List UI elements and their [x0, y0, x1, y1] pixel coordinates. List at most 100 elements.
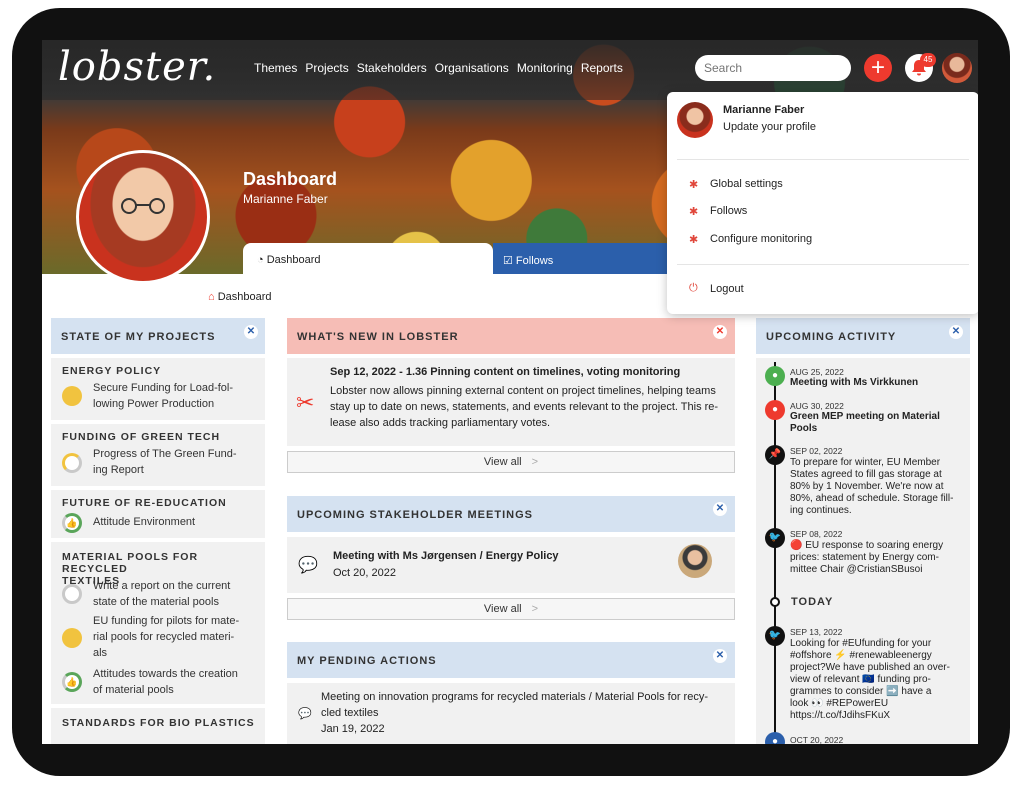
pending-panel-header: MY PENDING ACTIONS [287, 642, 735, 678]
project-item[interactable]: EU funding for pilots for mate-rial pool… [93, 613, 239, 661]
status-progress-icon [62, 453, 82, 473]
nav-monitoring[interactable]: Monitoring [517, 61, 573, 75]
activity-date: SEP 13, 2022 [790, 627, 843, 637]
group-title-education: FUTURE OF RE-EDUCATION [62, 497, 227, 509]
activity-text[interactable]: Meeting with Ms Virkkunen [790, 377, 958, 389]
meeting-title[interactable]: Meeting with Ms Jørgensen / Energy Polic… [333, 550, 559, 562]
thumbs-up-icon: 👍 [62, 672, 82, 692]
divider [677, 264, 969, 265]
chevron-right-icon: > [531, 603, 539, 615]
dashboard-icon: ◔ [257, 254, 267, 266]
tab-dashboard[interactable]: ◔ Dashboard [243, 243, 493, 274]
project-item[interactable]: Attitudes towards the creation of materia… [93, 666, 238, 698]
meetings-panel-title: UPCOMING STAKEHOLDER MEETINGS [297, 509, 533, 521]
twitter-icon: 🐦 [765, 626, 785, 646]
activity-date: OCT 20, 2022 [790, 735, 844, 744]
status-empty-icon [62, 584, 82, 604]
profile-photo [76, 150, 210, 284]
close-activity-icon[interactable]: ✕ [949, 325, 963, 339]
chat-icon: ● [765, 400, 785, 420]
tab-dashboard-label: Dashboard [266, 254, 321, 266]
status-yellow-icon [62, 628, 82, 648]
dropdown-username: Marianne Faber [723, 104, 805, 116]
meeting-card [287, 537, 735, 593]
main-nav: Themes Projects Stakeholders Organisatio… [254, 61, 623, 75]
projects-panel-header: STATE OF MY PROJECTS [51, 318, 265, 354]
activity-text[interactable]: Green MEP meeting on Material Pools [790, 411, 958, 435]
news-panel-header: WHAT'S NEW IN LOBSTER [287, 318, 735, 354]
meeting-icon: ● [765, 366, 785, 386]
close-projects-icon[interactable]: ✕ [244, 325, 258, 339]
activity-text[interactable]: To prepare for winter, EU Member States a… [790, 457, 958, 517]
project-item[interactable]: Attitude Environment [93, 514, 195, 530]
activity-date: SEP 02, 2022 [790, 446, 843, 456]
activity-date: SEP 08, 2022 [790, 529, 843, 539]
nav-themes[interactable]: Themes [254, 61, 297, 75]
close-meetings-icon[interactable]: ✕ [713, 502, 727, 516]
add-button[interactable]: + [864, 54, 892, 82]
nav-organisations[interactable]: Organisations [435, 61, 509, 75]
menu-configure-monitoring[interactable]: Configure monitoring [710, 233, 812, 245]
project-item[interactable]: Secure Funding for Load-fol-lowing Power… [93, 380, 233, 412]
close-news-icon[interactable]: ✕ [713, 325, 727, 339]
nav-stakeholders[interactable]: Stakeholders [357, 61, 427, 75]
status-yellow-icon [62, 386, 82, 406]
menu-global-settings[interactable]: Global settings [710, 178, 783, 190]
news-headline[interactable]: Sep 12, 2022 - 1.36 Pinning content on t… [330, 366, 680, 378]
meetings-view-all-button[interactable]: View all > [287, 598, 735, 620]
page-title: Dashboard [243, 169, 338, 189]
news-panel-title: WHAT'S NEW IN LOBSTER [297, 331, 459, 343]
project-item[interactable]: Write a report on the current state of th… [93, 578, 230, 610]
activity-panel-header: UPCOMING ACTIVITY [756, 318, 970, 354]
project-item[interactable]: Progress of The Green Fund-ing Report [93, 446, 236, 478]
checkbox-icon: ☑ [503, 255, 516, 267]
activity-panel-title: UPCOMING ACTIVITY [766, 331, 897, 343]
menu-follows[interactable]: Follows [710, 205, 747, 217]
today-label: TODAY [791, 596, 834, 608]
gear-icon: ✱ [689, 206, 699, 218]
app-screen: lobster. Themes Projects Stakeholders Or… [42, 40, 978, 744]
gear-icon: ✱ [689, 179, 699, 191]
today-marker [770, 597, 780, 607]
pending-panel-title: MY PENDING ACTIONS [297, 655, 437, 667]
projects-panel-title: STATE OF MY PROJECTS [61, 331, 216, 343]
breadcrumb-label: Dashboard [217, 291, 272, 303]
user-avatar[interactable] [942, 53, 972, 83]
tab-follows-label: Follows [515, 255, 554, 267]
chat-icon: 💬 [298, 708, 312, 720]
power-icon: ⏻ [689, 282, 698, 294]
page-subtitle: Marianne Faber [243, 192, 328, 206]
search-input[interactable] [695, 55, 851, 81]
dropdown-avatar[interactable] [677, 102, 713, 138]
notification-badge: 45 [920, 53, 936, 67]
profile-dropdown: Marianne Faber Update your profile ✱ Glo… [667, 92, 978, 314]
tab-follows[interactable]: ☑ Follows [493, 243, 673, 274]
gear-icon: ✱ [689, 234, 699, 246]
pending-item[interactable]: Meeting on innovation programs for recyc… [321, 689, 731, 737]
chevron-right-icon: > [531, 456, 539, 468]
nav-projects[interactable]: Projects [305, 61, 348, 75]
news-view-all-button[interactable]: View all > [287, 451, 735, 473]
meetings-panel-header: UPCOMING STAKEHOLDER MEETINGS [287, 496, 735, 532]
stakeholder-avatar[interactable] [678, 544, 712, 578]
tools-icon: ✂ [296, 390, 315, 415]
divider [677, 159, 969, 160]
activity-text[interactable]: Looking for #EUfunding for your #offshore… [790, 638, 958, 722]
chat-icon: 💬 [298, 557, 318, 574]
group-title-bio-plastics: STANDARDS FOR BIO PLASTICS [62, 717, 255, 729]
twitter-icon: 🐦 [765, 528, 785, 548]
breadcrumb[interactable]: ⌂ Dashboard [208, 291, 272, 303]
activity-text[interactable]: 🔴 EU response to soaring energy prices: s… [790, 540, 958, 576]
thumbs-up-icon: 👍 [62, 513, 82, 533]
meeting-date: Oct 20, 2022 [333, 567, 396, 579]
nav-reports[interactable]: Reports [581, 61, 623, 75]
menu-logout[interactable]: Logout [710, 283, 744, 295]
app-logo[interactable]: lobster. [58, 44, 216, 90]
group-title-green-tech: FUNDING OF GREEN TECH [62, 431, 221, 443]
news-body: Lobster now allows pinning external cont… [330, 385, 719, 429]
home-icon: ⌂ [208, 291, 218, 303]
update-profile-link[interactable]: Update your profile [723, 121, 816, 133]
close-pending-icon[interactable]: ✕ [713, 649, 727, 663]
activity-future [756, 736, 970, 744]
group-title-energy: ENERGY POLICY [62, 365, 162, 377]
